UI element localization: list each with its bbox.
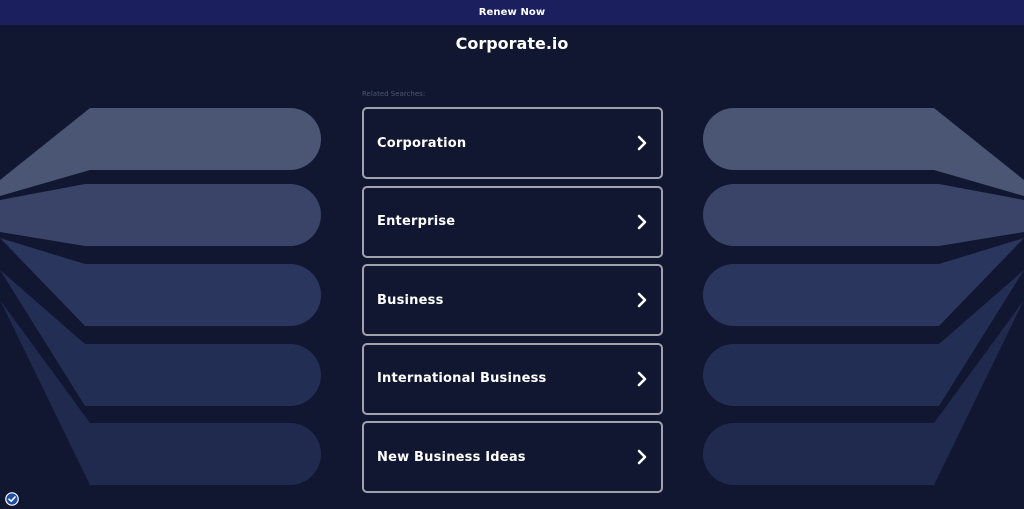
right-shape-2	[703, 184, 1024, 246]
search-link-enterprise[interactable]: Enterprise	[362, 185, 663, 258]
privacy-badge-icon[interactable]	[5, 492, 19, 506]
search-link-label: International Business	[377, 371, 547, 386]
chevron-right-icon	[637, 214, 647, 229]
search-link-label: Enterprise	[377, 214, 456, 229]
search-link-label: Business	[377, 292, 444, 308]
search-link-label: New Business Ideas	[377, 449, 526, 465]
left-shape-2	[0, 184, 321, 246]
left-shape-1	[0, 108, 321, 196]
chevron-right-icon	[637, 135, 647, 151]
related-searches-label: Related Searches:	[362, 90, 426, 98]
domain-title: Corporate.io	[455, 34, 569, 53]
search-link-business[interactable]: Business	[362, 264, 663, 336]
search-link-corporation[interactable]: Corporation	[362, 107, 663, 179]
related-search-list: Corporation Enterprise Business Internat…	[362, 107, 663, 500]
right-shape-1	[703, 108, 1024, 196]
chevron-right-icon	[637, 292, 647, 308]
search-link-international-business[interactable]: International Business	[362, 342, 663, 415]
renew-now-link[interactable]: Renew Now	[479, 7, 545, 18]
top-banner: Renew Now	[0, 0, 1024, 25]
search-link-label: Corporation	[377, 135, 467, 151]
chevron-right-icon	[637, 371, 647, 386]
chevron-right-icon	[637, 449, 647, 465]
search-link-new-business-ideas[interactable]: New Business Ideas	[362, 421, 663, 493]
